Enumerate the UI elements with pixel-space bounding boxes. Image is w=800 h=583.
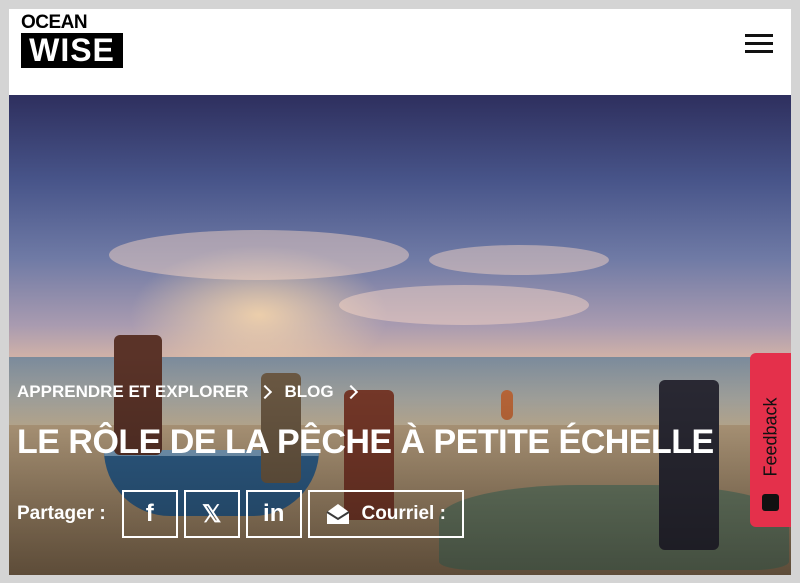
logo-text-top: OCEAN xyxy=(21,12,88,33)
breadcrumb-blog[interactable]: BLOG xyxy=(284,382,333,402)
feedback-tab[interactable]: Feedback xyxy=(750,353,791,527)
chevron-right-icon xyxy=(343,384,358,400)
x-icon: 𝕏 xyxy=(202,500,222,528)
site-header: OCEAN WISE xyxy=(9,9,791,95)
hamburger-menu-icon[interactable] xyxy=(745,34,773,54)
email-label: Courriel : xyxy=(361,503,446,524)
chevron-right-icon xyxy=(258,384,273,400)
share-label: Partager : xyxy=(17,503,106,524)
cloud xyxy=(339,285,589,325)
cloud xyxy=(429,245,609,275)
smile-icon xyxy=(762,494,779,511)
share-linkedin-button[interactable]: in xyxy=(245,490,302,538)
share-facebook-button[interactable]: f xyxy=(121,490,178,538)
share-email-button[interactable]: Courriel : xyxy=(307,490,464,538)
page-title: LE RÔLE DE LA PÊCHE À PETITE ÉCHELLE xyxy=(17,423,714,461)
ocean-wise-logo[interactable]: OCEAN WISE xyxy=(21,13,123,68)
share-bar: Partager : f 𝕏 in Courriel : xyxy=(17,490,470,538)
page-frame: OCEAN WISE APPRENDRE ET EXPLORER BLOG LE… xyxy=(9,9,791,575)
hero-image: APPRENDRE ET EXPLORER BLOG LE RÔLE DE LA… xyxy=(9,95,791,575)
facebook-icon: f xyxy=(145,500,154,527)
linkedin-icon: in xyxy=(263,500,285,527)
breadcrumb: APPRENDRE ET EXPLORER BLOG xyxy=(17,382,370,402)
feedback-label: Feedback xyxy=(760,396,780,477)
logo-text-bottom: WISE xyxy=(21,33,123,68)
breadcrumb-learn-explore[interactable]: APPRENDRE ET EXPLORER xyxy=(17,382,248,402)
cloud xyxy=(109,230,409,280)
email-icon xyxy=(326,504,351,524)
share-x-button[interactable]: 𝕏 xyxy=(183,490,240,538)
